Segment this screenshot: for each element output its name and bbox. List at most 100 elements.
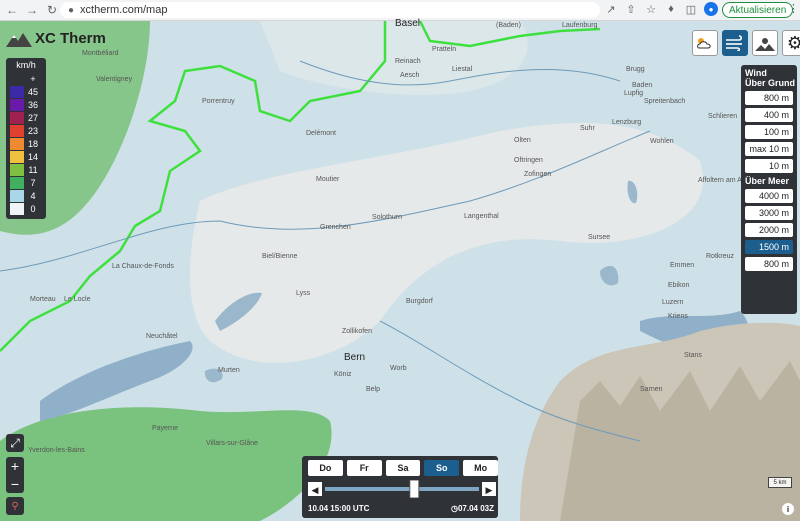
place-label: Schlieren [708, 113, 738, 120]
legend-swatch [10, 111, 24, 124]
place-label: Lenzburg [612, 119, 642, 126]
place-label: Grenchen [320, 224, 351, 231]
legend-swatch [10, 73, 24, 85]
forward-icon[interactable]: → [24, 2, 40, 18]
legend-row: 4 [6, 189, 46, 202]
place-label: Worb [390, 365, 407, 372]
zoom-in-button[interactable]: + [11, 457, 19, 475]
altitude-option[interactable]: 10 m [745, 159, 793, 173]
place-label: Payerne [152, 425, 179, 432]
place-label: Morteau [30, 296, 56, 303]
place-label: Sursee [588, 234, 611, 241]
legend-row: 18 [6, 137, 46, 150]
place-label: Stans [684, 352, 702, 359]
place-label: Reinach [395, 58, 421, 65]
day-tab[interactable]: Fr [346, 460, 382, 476]
upload-icon[interactable]: ⇧ [624, 2, 638, 16]
logo-text: XC Therm [35, 30, 106, 47]
sun-terrain-icon [755, 38, 775, 51]
wind-layer-button[interactable] [722, 30, 748, 56]
altitude-option[interactable]: 3000 m [745, 206, 793, 220]
cloud-sun-icon [697, 38, 711, 49]
above-ground-label: Über Grund [745, 78, 796, 88]
place-label: Baden [632, 82, 653, 89]
slider-knob[interactable] [409, 480, 420, 498]
altitude-option[interactable]: max 10 m [745, 142, 793, 156]
place-label: Suhr [580, 125, 595, 132]
altitude-option[interactable]: 100 m [745, 125, 793, 139]
fullscreen-button[interactable]: ⤢ [6, 434, 24, 452]
legend-swatch [10, 202, 24, 215]
zoom-out-button[interactable]: − [11, 475, 19, 493]
altitude-option[interactable]: 800 m [745, 91, 793, 105]
legend-row: + [6, 72, 46, 85]
place-label: Olten [514, 137, 531, 144]
legend-row: 45 [6, 85, 46, 98]
reload-icon[interactable]: ↻ [44, 2, 60, 18]
place-label: Neuchâtel [146, 333, 178, 340]
altitude-option[interactable]: 400 m [745, 108, 793, 122]
time-slider[interactable]: ◀ ▶ [308, 480, 496, 498]
locate-button[interactable]: ⚲ [6, 497, 24, 515]
time-panel: Do Fr Sa So Mo ◀ ▶ 10.04 15:00 UTC ◷07.04 03… [302, 456, 498, 518]
place-label: Pratteln [432, 46, 457, 53]
altitude-panel-title: Wind [745, 68, 767, 78]
place-label: Liestal [452, 66, 473, 73]
settings-button[interactable]: ⚙ [782, 30, 800, 56]
url-text: xctherm.com/map [80, 4, 168, 16]
day-tab[interactable]: Do [308, 460, 343, 476]
legend-swatch [10, 137, 24, 150]
map-canvas[interactable] [0, 21, 800, 521]
back-icon[interactable]: ← [4, 2, 20, 18]
current-time: 10.04 15:00 UTC [308, 504, 370, 513]
place-label: Oftringen [514, 157, 543, 164]
extensions-icon[interactable]: ♦ [664, 2, 678, 16]
day-tab[interactable]: Mo [463, 460, 498, 476]
step-back-icon: ◀ [312, 485, 319, 495]
legend-value: 7 [30, 177, 36, 188]
place-label: Solothurn [372, 214, 402, 221]
place-label: Emmen [670, 262, 695, 269]
place-label: Lyss [296, 290, 311, 297]
address-bar[interactable]: ● xctherm.com/map [60, 2, 600, 18]
info-button[interactable]: i [782, 503, 794, 515]
altitude-option[interactable]: 4000 m [745, 189, 793, 203]
thermal-layer-button[interactable] [752, 30, 778, 56]
fullscreen-icon: ⤢ [10, 435, 20, 450]
day-tab[interactable]: So [424, 460, 460, 476]
legend-row: 23 [6, 124, 46, 137]
place-label: Rotkreuz [706, 253, 735, 260]
sidebar-icon[interactable]: ◫ [684, 2, 698, 16]
altitude-option[interactable]: 800 m [745, 257, 793, 271]
legend-row: 27 [6, 111, 46, 124]
profile-avatar[interactable]: ● [704, 2, 718, 16]
cloud-layer-button[interactable] [692, 30, 718, 56]
place-label: Köniz [334, 371, 352, 378]
legend-value: 11 [28, 164, 38, 175]
legend-swatch [10, 150, 24, 163]
legend-value: 23 [27, 125, 38, 136]
more-menu-icon[interactable]: ⋮ [788, 2, 799, 15]
altitude-option[interactable]: 1500 m [745, 240, 793, 254]
xctherm-logo[interactable]: XC Therm [6, 30, 106, 47]
altitude-option[interactable]: 2000 m [745, 223, 793, 237]
legend-value: 36 [27, 99, 38, 110]
place-label: Delémont [306, 130, 336, 137]
update-button[interactable]: Aktualisieren [722, 2, 794, 18]
wind-icon [726, 35, 743, 51]
lock-icon: ● [68, 4, 75, 16]
day-tab[interactable]: Sa [385, 460, 421, 476]
legend-swatch [10, 85, 24, 98]
wind-speed-legend: km/h + 45 36 27 23 18 14 11 7 4 0 [6, 58, 46, 219]
above-sea-label: Über Meer [745, 176, 790, 186]
place-label: Laufenburg [562, 22, 598, 29]
map-background [0, 21, 800, 521]
place-label: Biel/Bienne [262, 253, 298, 260]
bookmark-star-icon[interactable]: ☆ [644, 2, 658, 16]
zoom-control: + − [6, 457, 24, 493]
place-label: Zofingen [524, 171, 552, 178]
legend-row: 7 [6, 176, 46, 189]
legend-swatch [10, 189, 24, 202]
place-label: Porrentruy [202, 98, 235, 105]
share-icon[interactable]: ↗ [604, 2, 618, 16]
